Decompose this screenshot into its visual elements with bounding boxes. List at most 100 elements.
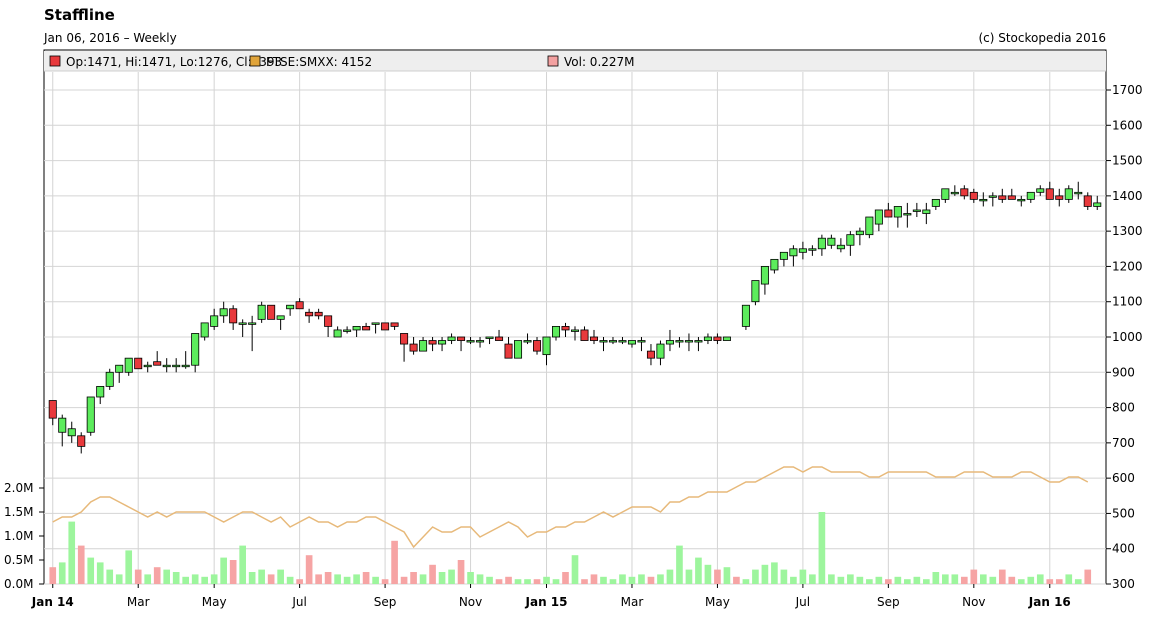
volume-bar bbox=[543, 576, 550, 584]
volume-tick-label: 1.0M bbox=[4, 529, 33, 543]
volume-tick-label: 0.0M bbox=[4, 577, 33, 591]
volume-bar bbox=[752, 569, 759, 584]
volume-bar bbox=[96, 562, 104, 584]
volume-bar bbox=[410, 572, 417, 584]
volume-bar bbox=[923, 579, 930, 584]
candle-body bbox=[599, 340, 608, 343]
price-tick-label: 400 bbox=[1112, 542, 1135, 556]
candle-body bbox=[960, 188, 969, 197]
volume-bar bbox=[144, 574, 152, 584]
candle-body bbox=[1045, 188, 1054, 200]
candle-body bbox=[922, 209, 931, 214]
candle-body bbox=[637, 340, 646, 343]
candle-body bbox=[770, 258, 779, 271]
candle-body bbox=[96, 385, 105, 398]
volume-bar bbox=[837, 576, 845, 584]
price-tick-label: 1000 bbox=[1112, 330, 1143, 344]
volume-axis: 0.0M 0.5M 1.0M 1.5M 2.0M bbox=[4, 481, 44, 591]
volume-bar bbox=[419, 574, 427, 584]
candle-body bbox=[998, 195, 1007, 200]
time-tick-label: Jul bbox=[795, 595, 810, 609]
candle-body bbox=[675, 340, 684, 343]
price-tick-label: 1100 bbox=[1112, 295, 1143, 309]
time-tick-label: May bbox=[202, 595, 227, 609]
volume-bar bbox=[163, 569, 171, 584]
candle-body bbox=[143, 364, 152, 368]
candle-body bbox=[276, 315, 285, 320]
volume-bar bbox=[600, 576, 607, 584]
candle-body bbox=[409, 343, 418, 352]
price-tick-label: 600 bbox=[1112, 471, 1135, 485]
volume-bar bbox=[970, 569, 978, 584]
candle-body bbox=[523, 340, 532, 343]
price-tick-label: 1200 bbox=[1112, 259, 1143, 273]
candle-body bbox=[86, 396, 95, 433]
volume-bar bbox=[448, 569, 455, 584]
volume-bar bbox=[571, 555, 579, 584]
volume-bar bbox=[210, 574, 218, 584]
volume-bar bbox=[467, 572, 474, 584]
volume-bar bbox=[723, 567, 731, 584]
candle-body bbox=[760, 266, 769, 285]
candle-body bbox=[267, 304, 276, 320]
candle-body bbox=[1036, 188, 1045, 193]
candle-body bbox=[295, 301, 304, 310]
volume-bar bbox=[1046, 579, 1054, 584]
time-tick-label: Sep bbox=[877, 595, 900, 609]
time-tick-label: Nov bbox=[459, 595, 482, 609]
candle-body bbox=[466, 340, 475, 343]
candle-body bbox=[1074, 191, 1083, 195]
volume-bar bbox=[286, 576, 294, 584]
volume-bar bbox=[676, 545, 683, 584]
candle-body bbox=[238, 322, 247, 325]
volume-bar bbox=[1074, 579, 1082, 584]
candle-body bbox=[684, 340, 693, 343]
candle-body bbox=[561, 326, 570, 331]
candle-body bbox=[912, 209, 921, 212]
volume-bar bbox=[372, 576, 379, 584]
price-tick-label: 900 bbox=[1112, 365, 1135, 379]
volume-bar bbox=[913, 576, 921, 584]
candle-body bbox=[580, 329, 589, 341]
candle-body bbox=[836, 244, 845, 250]
candle-body bbox=[504, 343, 513, 359]
volume-bar bbox=[960, 576, 968, 584]
price-tick-label: 500 bbox=[1112, 506, 1135, 520]
candle-body bbox=[618, 340, 627, 343]
candle-body bbox=[286, 304, 295, 310]
volume-bar bbox=[334, 574, 341, 584]
volume-bar bbox=[486, 576, 493, 584]
candle-body bbox=[855, 230, 864, 236]
plot-area bbox=[43, 49, 1107, 585]
candle-body bbox=[931, 198, 940, 207]
legend-label: Vol: 0.227M bbox=[564, 55, 635, 69]
candle-body bbox=[476, 340, 485, 343]
volume-bar bbox=[58, 562, 66, 584]
candle-body bbox=[798, 248, 807, 253]
candle-body bbox=[333, 329, 342, 338]
candle-body bbox=[741, 304, 750, 327]
candle-body bbox=[846, 234, 855, 246]
volume-bar bbox=[362, 572, 370, 584]
time-tick-label: Mar bbox=[621, 595, 644, 609]
time-tick-label: Jan 15 bbox=[525, 595, 568, 609]
candle-body bbox=[874, 209, 883, 225]
candle-body bbox=[979, 198, 988, 202]
volume-bar bbox=[847, 574, 854, 584]
volume-bar bbox=[353, 574, 360, 584]
volume-bar bbox=[590, 574, 598, 584]
candle-body bbox=[656, 343, 665, 359]
volume-bar bbox=[733, 576, 740, 584]
volume-bar bbox=[904, 579, 911, 584]
price-tick-label: 1500 bbox=[1112, 154, 1143, 168]
candle-body bbox=[381, 322, 390, 331]
volume-tick-label: 2.0M bbox=[4, 481, 33, 495]
time-tick-label: Jan 16 bbox=[1028, 595, 1071, 609]
volume-bar bbox=[524, 579, 531, 584]
volume-bar bbox=[476, 574, 484, 584]
candle-body bbox=[969, 191, 978, 200]
candle-body bbox=[58, 417, 67, 433]
price-axis: 300 400 500 600 700 800 900 1000 1100 1200 1300 140… bbox=[1106, 83, 1143, 591]
volume-bar bbox=[875, 576, 883, 584]
candle-body bbox=[77, 435, 86, 447]
